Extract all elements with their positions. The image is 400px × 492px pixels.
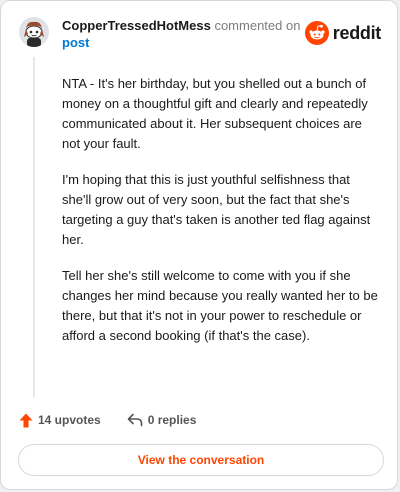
reddit-brand[interactable]: reddit <box>304 21 382 45</box>
upvote-count: 14 upvotes <box>38 413 101 427</box>
snoo-avatar-icon <box>19 17 49 47</box>
comment-paragraph: I'm hoping that this is just youthful se… <box>62 172 371 247</box>
reply-count: 0 replies <box>147 413 197 427</box>
comment-header: CopperTressedHotMess commented on post <box>62 17 302 51</box>
avatar[interactable] <box>19 17 49 47</box>
upvote-arrow-icon <box>19 413 33 427</box>
post-link[interactable]: post <box>62 34 89 51</box>
view-conversation-button[interactable]: View the conversation <box>18 444 384 476</box>
reddit-logo-icon <box>304 21 329 45</box>
username[interactable]: CopperTressedHotMess <box>62 18 211 33</box>
upvote-stat[interactable]: 14 upvotes <box>19 413 101 428</box>
comment-stats: 14 upvotes 0 replies <box>19 410 196 430</box>
thread-line[interactable] <box>33 57 35 397</box>
comment-paragraph: NTA - It's her birthday, but you shelled… <box>62 76 368 151</box>
comment-body: NTA - It's her birthday, but you shelled… <box>62 74 382 362</box>
action-text: commented on <box>214 18 301 33</box>
reply-stat[interactable]: 0 replies <box>127 413 197 427</box>
reply-arrow-icon <box>127 413 143 427</box>
comment-card: CopperTressedHotMess commented on post r… <box>0 0 398 490</box>
brand-wordmark: reddit <box>332 22 382 43</box>
comment-paragraph: Tell her she's still welcome to come wit… <box>62 268 378 343</box>
